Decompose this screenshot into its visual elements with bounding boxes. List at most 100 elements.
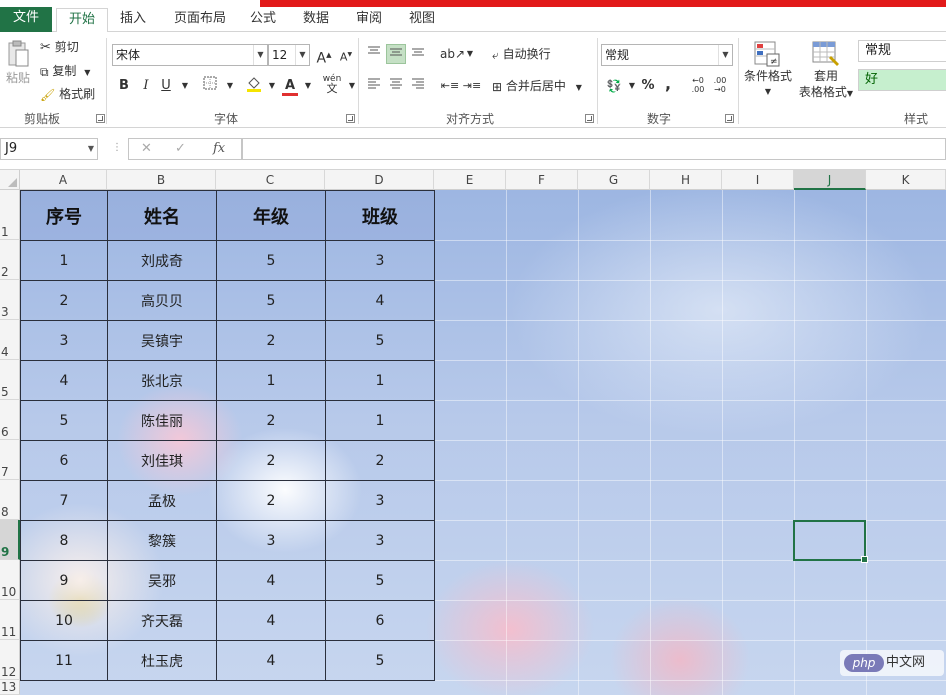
column-header-j[interactable]: J [794, 170, 866, 190]
row-header-10[interactable]: 10 [0, 560, 20, 600]
tab-review[interactable]: 审阅 [344, 8, 394, 32]
enter-icon[interactable]: ✓ [175, 141, 186, 156]
cell-style-normal[interactable]: 常规 [858, 40, 946, 62]
table-cell[interactable]: 2 [20, 280, 108, 321]
border-button[interactable] [200, 76, 220, 96]
table-cell[interactable]: 6 [325, 600, 435, 641]
increase-font-button[interactable]: A▲ [314, 45, 334, 67]
chevron-down-icon[interactable]: ▼ [262, 76, 282, 96]
row-header-6[interactable]: 6 [0, 400, 20, 440]
alignment-launcher-icon[interactable] [585, 114, 594, 123]
column-header-b[interactable]: B [107, 170, 216, 190]
chevron-down-icon[interactable]: ▼ [84, 68, 90, 77]
name-box[interactable]: J9 ▼ [0, 138, 98, 160]
table-cell[interactable]: 5 [325, 320, 435, 361]
column-header-k[interactable]: K [866, 170, 946, 190]
table-cell[interactable]: 2 [216, 400, 326, 441]
table-cell[interactable]: 4 [216, 600, 326, 641]
row-header-11[interactable]: 11 [0, 600, 20, 640]
table-cell[interactable]: 2 [216, 440, 326, 481]
row-header-4[interactable]: 4 [0, 320, 20, 360]
tab-view[interactable]: 视图 [397, 8, 447, 32]
currency-button[interactable]: 💱 [604, 76, 624, 96]
table-cell[interactable]: 黎簇 [107, 520, 217, 561]
formula-input[interactable] [242, 138, 946, 160]
format-as-table-button[interactable]: 套用 表格格式▼ [796, 40, 856, 102]
table-cell[interactable]: 2 [325, 440, 435, 481]
phonetic-button[interactable]: wén 文 [320, 74, 344, 94]
tab-formulas[interactable]: 公式 [238, 8, 288, 32]
header-cell-class[interactable]: 班级 [325, 190, 435, 241]
chevron-down-icon[interactable]: ▼ [460, 44, 480, 64]
table-cell[interactable]: 5 [325, 560, 435, 601]
italic-button[interactable]: I [136, 76, 156, 96]
orientation-button[interactable]: ab↗ [440, 44, 465, 64]
column-header-a[interactable]: A [20, 170, 107, 190]
font-color-button[interactable]: A [280, 76, 300, 96]
align-top-button[interactable] [364, 44, 384, 64]
header-cell-grade[interactable]: 年级 [216, 190, 326, 241]
row-header-7[interactable]: 7 [0, 440, 20, 480]
table-cell[interactable]: 1 [325, 400, 435, 441]
insert-function-icon[interactable]: fx [213, 141, 225, 156]
table-cell[interactable]: 8 [20, 520, 108, 561]
table-cell[interactable]: 5 [325, 640, 435, 681]
increase-indent-button[interactable]: ⇥≡ [462, 76, 482, 96]
align-right-button[interactable] [408, 76, 428, 96]
align-middle-button[interactable] [386, 44, 406, 64]
column-header-c[interactable]: C [216, 170, 325, 190]
table-cell[interactable]: 高贝贝 [107, 280, 217, 321]
percent-button[interactable]: % [638, 76, 658, 96]
column-header-d[interactable]: D [325, 170, 434, 190]
row-header-9[interactable]: 9 [0, 520, 20, 560]
table-cell[interactable]: 10 [20, 600, 108, 641]
table-cell[interactable]: 杜玉虎 [107, 640, 217, 681]
table-cell[interactable]: 3 [325, 480, 435, 521]
copy-button[interactable]: ⧉ 复制 ▼ [40, 63, 90, 81]
font-launcher-icon[interactable] [346, 114, 355, 123]
tab-page-layout[interactable]: 页面布局 [162, 8, 238, 32]
table-cell[interactable]: 陈佳丽 [107, 400, 217, 441]
select-all-button[interactable] [0, 170, 20, 190]
cut-button[interactable]: ✂ 剪切 [40, 39, 79, 56]
table-cell[interactable]: 3 [325, 240, 435, 281]
table-cell[interactable]: 张北京 [107, 360, 217, 401]
header-cell-name[interactable]: 姓名 [107, 190, 217, 241]
tab-data[interactable]: 数据 [291, 8, 341, 32]
bold-button[interactable]: B [114, 76, 134, 96]
chevron-down-icon[interactable]: ▼ [298, 76, 318, 96]
table-cell[interactable]: 9 [20, 560, 108, 601]
table-cell[interactable]: 齐天磊 [107, 600, 217, 641]
column-header-h[interactable]: H [650, 170, 722, 190]
align-bottom-button[interactable] [408, 44, 428, 64]
cancel-icon[interactable]: ✕ [141, 141, 152, 156]
tab-insert[interactable]: 插入 [108, 8, 158, 32]
header-cell-index[interactable]: 序号 [20, 190, 108, 241]
row-header-3[interactable]: 3 [0, 280, 20, 320]
chevron-down-icon[interactable]: ▼ [175, 76, 195, 96]
align-center-button[interactable] [386, 76, 406, 96]
table-cell[interactable]: 5 [20, 400, 108, 441]
column-header-e[interactable]: E [434, 170, 506, 190]
tab-home[interactable]: 开始 [56, 8, 109, 33]
table-cell[interactable]: 4 [20, 360, 108, 401]
number-format-select[interactable]: 常规 ▼ [601, 44, 733, 66]
active-cell-j9[interactable] [793, 520, 868, 563]
table-cell[interactable]: 4 [216, 640, 326, 681]
table-cell[interactable]: 3 [216, 520, 326, 561]
chevron-down-icon[interactable]: ▼ [342, 76, 362, 96]
comma-button[interactable]: , [658, 74, 678, 94]
row-header-12[interactable]: 12 [0, 640, 20, 680]
table-cell[interactable]: 5 [216, 240, 326, 281]
row-header-1[interactable]: 1 [0, 190, 20, 240]
table-cell[interactable]: 4 [216, 560, 326, 601]
column-header-i[interactable]: I [722, 170, 794, 190]
table-cell[interactable]: 吴镇宇 [107, 320, 217, 361]
table-cell[interactable]: 2 [216, 480, 326, 521]
clipboard-launcher-icon[interactable] [96, 114, 105, 123]
format-painter-button[interactable]: 🖌 格式刷 [40, 86, 95, 103]
underline-button[interactable]: U [156, 76, 176, 96]
decrease-indent-button[interactable]: ⇤≡ [440, 76, 460, 96]
table-cell[interactable]: 7 [20, 480, 108, 521]
table-cell[interactable]: 吴邪 [107, 560, 217, 601]
